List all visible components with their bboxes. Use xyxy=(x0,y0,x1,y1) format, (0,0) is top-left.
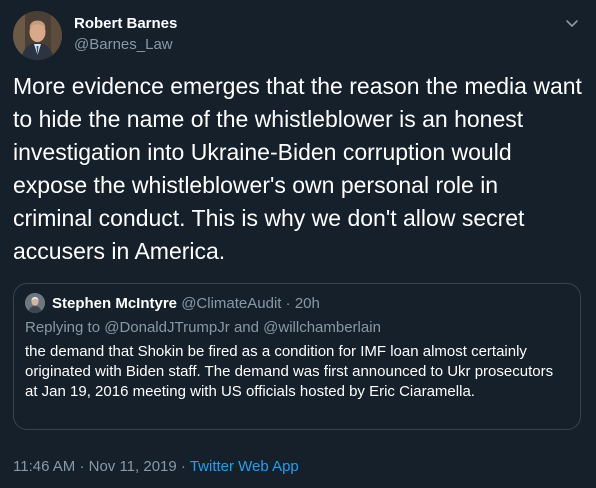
reply-mention-2: @willchamberlain xyxy=(263,319,381,336)
avatar[interactable] xyxy=(13,11,62,60)
quoted-header: Stephen McIntyre @ClimateAudit · 20h xyxy=(52,294,320,313)
quoted-text: the demand that Shokin be fired as a con… xyxy=(25,343,554,400)
tweet-text: More evidence emerges that the reason th… xyxy=(13,73,582,264)
quoted-tweet[interactable]: Stephen McIntyre @ClimateAudit · 20h Rep… xyxy=(13,283,581,430)
quoted-replying-to: Replying to @DonaldJTrumpJr and @willcha… xyxy=(25,318,381,337)
replying-and: and xyxy=(233,319,259,336)
tweet-footer: 11:46 AM · Nov 11, 2019 · Twitter Web Ap… xyxy=(13,457,299,476)
footer-separator: · xyxy=(79,458,85,475)
quoted-author-name: Stephen McIntyre xyxy=(52,295,178,312)
quoted-avatar xyxy=(25,293,45,313)
tweet: Robert Barnes @Barnes_Law More evidence … xyxy=(0,0,596,488)
tweet-time[interactable]: 11:46 AM xyxy=(13,458,75,475)
author-name[interactable]: Robert Barnes xyxy=(74,14,177,33)
footer-separator-2: · xyxy=(180,458,186,475)
author-handle[interactable]: @Barnes_Law xyxy=(74,35,177,55)
chevron-down-icon[interactable] xyxy=(564,15,580,31)
quoted-separator: · xyxy=(285,295,291,312)
quoted-time: 20h xyxy=(294,295,320,312)
tweet-date[interactable]: Nov 11, 2019 xyxy=(89,458,177,475)
author-block[interactable]: Robert Barnes @Barnes_Law xyxy=(74,14,177,55)
reply-mention-1: @DonaldJTrumpJr xyxy=(104,319,230,336)
replying-prefix: Replying to xyxy=(25,319,101,336)
quoted-author-handle: @ClimateAudit xyxy=(181,295,282,312)
source-app-link[interactable]: Twitter Web App xyxy=(190,458,299,475)
